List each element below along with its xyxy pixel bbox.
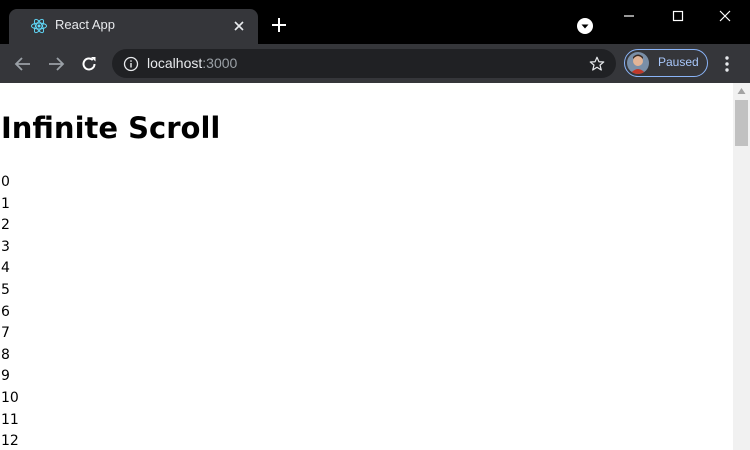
new-tab-icon[interactable] bbox=[269, 15, 289, 35]
list-item: 0 bbox=[1, 174, 10, 190]
list-item: 9 bbox=[1, 368, 10, 385]
list-item: 2 bbox=[1, 217, 10, 234]
react-logo-icon bbox=[31, 18, 47, 34]
maximize-icon[interactable] bbox=[665, 6, 691, 26]
tab-react-app[interactable]: React App bbox=[9, 9, 258, 44]
info-icon[interactable] bbox=[123, 56, 139, 72]
list-item: 1 bbox=[1, 195, 10, 212]
close-window-icon[interactable] bbox=[712, 6, 738, 26]
list-item: 12 bbox=[1, 433, 19, 450]
more-options-icon[interactable] bbox=[719, 53, 735, 75]
list-item: 10 bbox=[1, 389, 19, 406]
profile-button[interactable]: Paused bbox=[624, 49, 708, 77]
url-host: localhost bbox=[147, 55, 203, 71]
tab-title: React App bbox=[55, 17, 115, 32]
avatar bbox=[627, 52, 649, 74]
minimize-icon[interactable] bbox=[616, 6, 642, 26]
list-item: 7 bbox=[1, 325, 10, 342]
tab-strip: React App bbox=[0, 0, 750, 44]
page-title: Infinite Scroll bbox=[1, 111, 221, 145]
bookmark-star-icon[interactable] bbox=[588, 55, 606, 73]
list-item: 11 bbox=[1, 411, 19, 428]
forward-arrow-icon[interactable] bbox=[45, 53, 67, 75]
vertical-scrollbar[interactable] bbox=[733, 83, 750, 450]
item-list: 0 1 2 3 4 5 6 7 8 9 10 11 12 bbox=[1, 172, 19, 450]
scroll-up-arrow-icon[interactable] bbox=[737, 87, 746, 95]
reload-icon[interactable] bbox=[78, 53, 100, 75]
list-item: 8 bbox=[1, 346, 10, 363]
list-item: 5 bbox=[1, 281, 10, 298]
page-content: Infinite Scroll 0 1 2 3 4 5 6 7 8 9 10 11 12 bbox=[0, 83, 733, 450]
page-viewport: Infinite Scroll 0 1 2 3 4 5 6 7 8 9 10 11 12 bbox=[0, 83, 750, 450]
tab-search-icon[interactable] bbox=[576, 17, 594, 35]
scrollbar-thumb[interactable] bbox=[735, 100, 748, 146]
browser-toolbar: localhost:3000 Paused bbox=[0, 44, 750, 83]
list-item: 6 bbox=[1, 303, 10, 320]
list-item: 4 bbox=[1, 260, 10, 277]
list-item: 3 bbox=[1, 238, 10, 255]
tab-close-icon[interactable] bbox=[231, 18, 247, 34]
url-port: :3000 bbox=[202, 55, 238, 71]
back-arrow-icon[interactable] bbox=[12, 53, 34, 75]
address-bar[interactable]: localhost:3000 bbox=[112, 49, 616, 78]
profile-status-label: Paused bbox=[658, 55, 699, 69]
address-url[interactable]: localhost:3000 bbox=[147, 55, 237, 71]
